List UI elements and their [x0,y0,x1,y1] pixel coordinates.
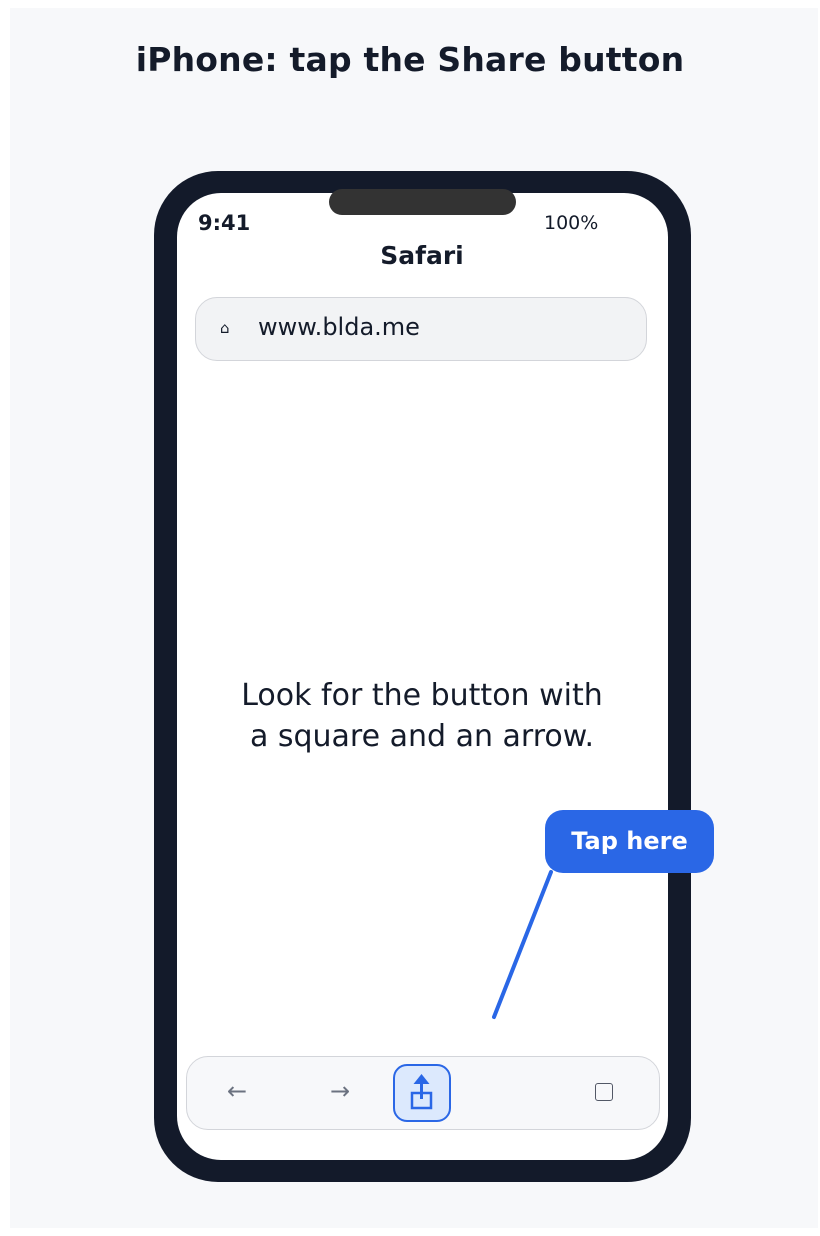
hint-text: Look for the button with a square and an… [190,675,654,757]
status-time: 9:41 [198,211,251,235]
hint-line-2: a square and an arrow. [249,719,595,754]
home-icon: ⌂ [220,319,230,337]
share-button[interactable] [393,1064,451,1122]
browser-toolbar: ← → [186,1056,660,1130]
status-battery: 100% [544,212,599,234]
back-button[interactable]: ← [227,1077,247,1105]
address-bar[interactable]: ⌂ www.blda.me [195,297,647,361]
hint-line-1: Look for the button with [241,678,603,713]
page-title: iPhone: tap the Share button [135,40,685,79]
tabs-icon[interactable] [595,1083,613,1101]
tap-here-callout: Tap here [545,810,714,873]
url-text: www.blda.me [258,313,420,341]
forward-button[interactable]: → [330,1077,350,1105]
app-title: Safari [380,241,464,270]
share-icon [410,1074,433,1110]
phone-notch [329,189,516,215]
